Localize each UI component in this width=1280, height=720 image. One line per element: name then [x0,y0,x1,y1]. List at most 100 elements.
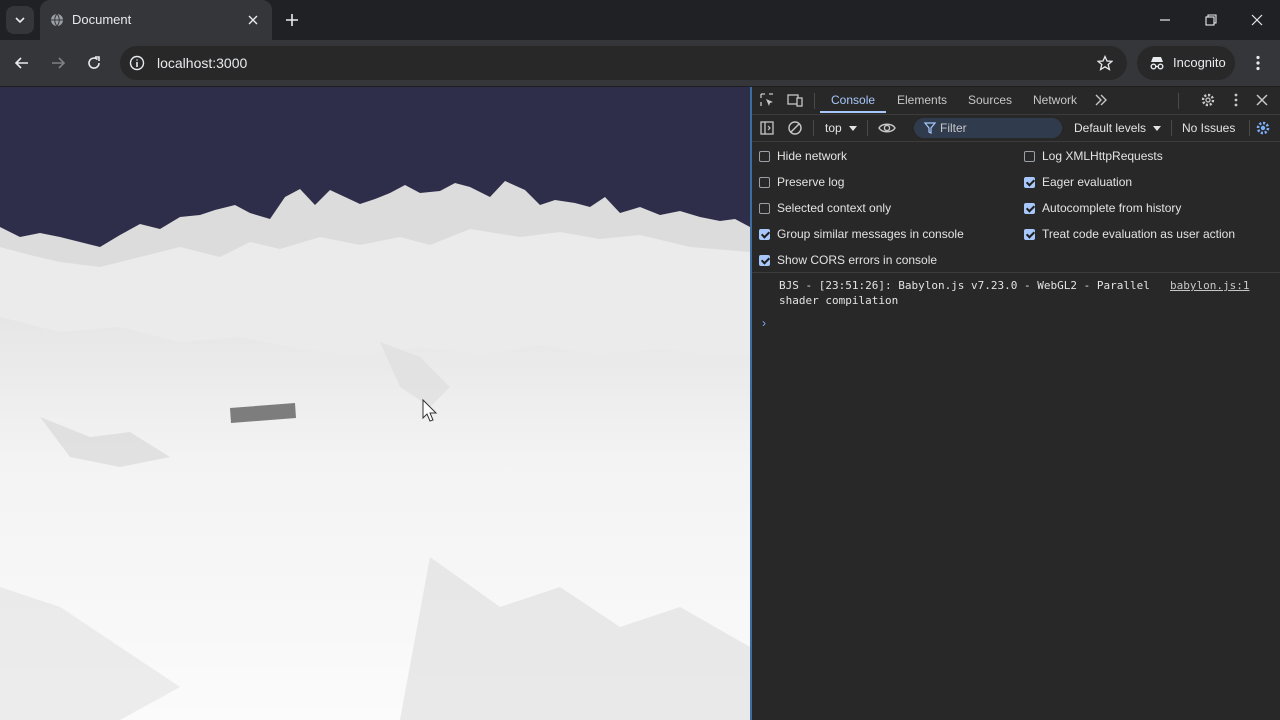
gear-icon [1256,121,1270,135]
tab-sources[interactable]: Sources [968,93,1012,107]
context-selector[interactable]: top [825,121,858,135]
setting-label: Preserve log [777,175,845,189]
close-window-button[interactable] [1234,0,1280,40]
site-info-button[interactable] [128,54,146,72]
console-message-source-link[interactable]: babylon.js:1 [1170,279,1249,292]
more-tabs-button[interactable] [1090,89,1112,111]
filter-icon [924,122,936,134]
reload-button[interactable] [82,51,106,75]
device-toggle-icon [787,94,803,107]
incognito-icon [1150,57,1164,70]
show-sidebar-button[interactable] [756,117,778,139]
new-tab-button[interactable] [282,10,302,30]
checkbox[interactable] [1024,228,1035,240]
checkbox[interactable] [1024,202,1035,214]
back-button[interactable] [10,51,34,75]
inspect-element-button[interactable] [756,89,778,111]
setting-label: Group similar messages in console [777,227,964,241]
checkbox[interactable] [1024,176,1035,188]
setting-group-similar[interactable]: Group similar messages in console [759,224,964,244]
console-output: BJS - [23:51:26]: Babylon.js v7.23.0 - W… [752,273,1280,720]
close-icon [1256,94,1268,106]
browser-toolbar: localhost:3000 Incognito [0,40,1280,86]
devtools-more-button[interactable] [1225,89,1247,111]
setting-label: Log XMLHttpRequests [1042,149,1163,163]
clear-console-button[interactable] [784,117,806,139]
tab-close-button[interactable] [244,11,262,29]
address-bar[interactable]: localhost:3000 [120,46,1127,80]
setting-label: Selected context only [777,201,892,215]
plus-icon [286,14,298,26]
setting-show-cors-errors[interactable]: Show CORS errors in console [759,250,937,270]
toolbar-separator [867,120,868,136]
setting-log-xhr[interactable]: Log XMLHttpRequests [1024,146,1163,166]
minimize-button[interactable] [1142,0,1188,40]
setting-treat-code-eval[interactable]: Treat code evaluation as user action [1024,224,1235,244]
devtools-panel: Console Elements Sources Network top Fil… [752,87,1280,720]
checkbox[interactable] [759,254,770,266]
incognito-label: Incognito [1173,55,1226,70]
log-levels-value: Default levels [1074,121,1147,135]
console-prompt[interactable]: › [762,316,766,330]
babylon-render-canvas[interactable] [0,87,750,720]
setting-eager-evaluation[interactable]: Eager evaluation [1024,172,1132,192]
live-expression-button[interactable] [876,117,898,139]
devtools-close-button[interactable] [1251,89,1273,111]
console-settings-button[interactable] [1252,117,1274,139]
setting-selected-context-only[interactable]: Selected context only [759,198,891,218]
tab-strip: Document [0,0,1280,40]
browser-menu-button[interactable] [1248,51,1268,75]
checkbox[interactable] [1024,150,1035,162]
tab-separator [814,93,815,109]
tab-network[interactable]: Network [1033,93,1077,107]
checkbox[interactable] [759,228,770,240]
log-levels-dropdown[interactable]: Default levels [1074,121,1162,135]
reload-icon [88,56,100,69]
close-icon [248,15,258,25]
forward-button[interactable] [46,51,70,75]
incognito-profile-button[interactable]: Incognito [1137,46,1235,80]
setting-autocomplete-history[interactable]: Autocomplete from history [1024,198,1181,218]
tab-search-button[interactable] [6,6,34,34]
devtools-settings-button[interactable] [1197,89,1219,111]
kebab-menu-icon [1256,55,1260,71]
block-icon [788,121,802,135]
forward-arrow-icon [52,57,66,69]
console-message: BJS - [23:51:26]: Babylon.js v7.23.0 - W… [779,279,1150,307]
setting-preserve-log[interactable]: Preserve log [759,172,844,192]
restore-icon [1205,14,1217,26]
console-filter-input[interactable]: Filter [914,118,1062,138]
checkbox[interactable] [759,176,770,188]
toolbar-separator [1249,120,1250,136]
page-viewport [0,87,750,720]
minimize-icon [1160,19,1170,21]
device-toolbar-button[interactable] [784,89,806,111]
restore-button[interactable] [1188,0,1234,40]
setting-label: Treat code evaluation as user action [1042,227,1236,241]
active-tab-indicator [820,111,886,113]
url-text[interactable]: localhost:3000 [157,55,247,71]
setting-label: Show CORS errors in console [777,253,938,267]
setting-hide-network[interactable]: Hide network [759,146,847,166]
tab-separator [1178,93,1179,109]
bookmark-button[interactable] [1095,53,1115,73]
issues-counter[interactable]: No Issues [1182,121,1235,135]
star-icon [1097,55,1113,71]
checkbox[interactable] [759,202,770,214]
info-icon [129,55,145,71]
double-chevron-right-icon [1095,94,1107,106]
tab-title: Document [72,12,132,27]
checkbox[interactable] [759,150,770,162]
tab-elements[interactable]: Elements [897,93,947,107]
setting-label: Eager evaluation [1042,175,1133,189]
active-tab[interactable]: Document [40,0,272,40]
tab-console[interactable]: Console [831,93,875,107]
gear-icon [1201,93,1215,107]
inspect-cursor-icon [760,93,773,106]
chevron-down-icon [15,17,25,24]
context-value: top [825,121,842,135]
kebab-menu-icon [1234,93,1238,107]
back-arrow-icon [14,57,28,69]
devtools-tab-bar: Console Elements Sources Network [752,87,1280,115]
caret-down-icon [849,126,858,131]
